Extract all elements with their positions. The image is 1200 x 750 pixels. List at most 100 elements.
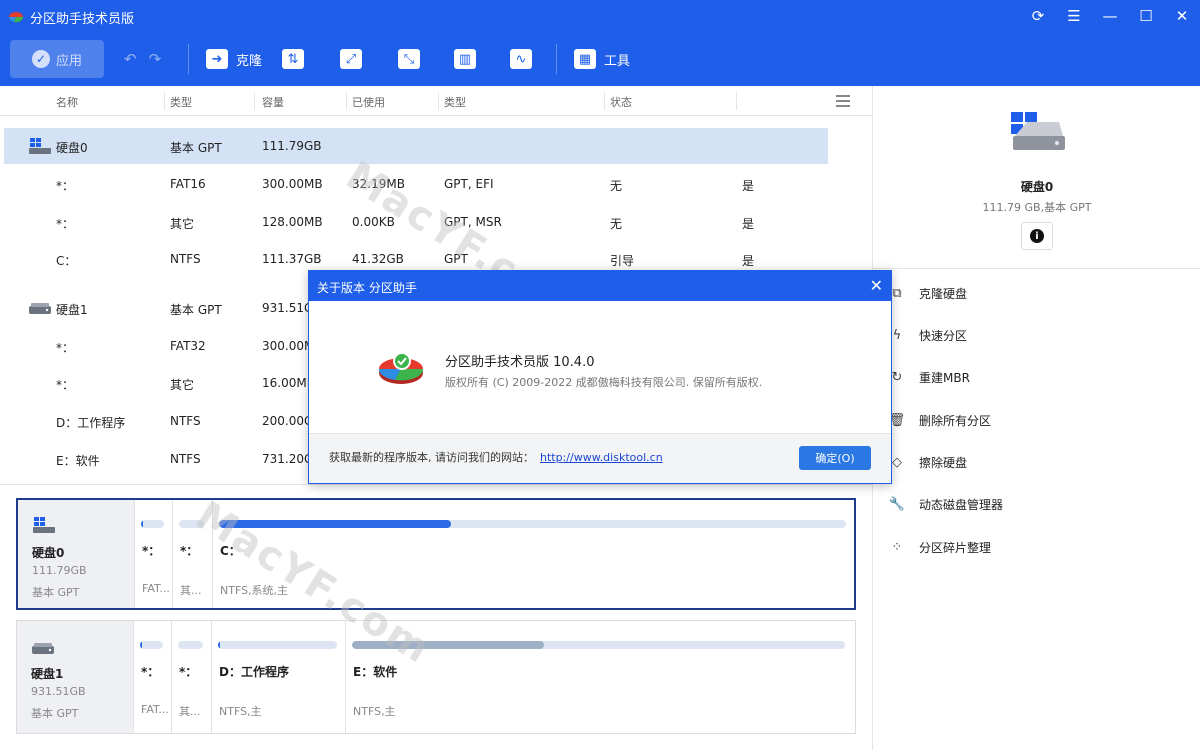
toolbar: ✓ 应用 ↶ ↷ ➜ 克隆 ⇅ ⤢ ⤡ ▥ ∿ ▦ 工具	[0, 38, 1200, 80]
footer-text: 获取最新的程序版本, 请访问我们的网站：	[329, 451, 534, 464]
row-status: 引导	[610, 254, 635, 268]
minimize-icon[interactable]: —	[1092, 0, 1128, 32]
op-rebuild-mbr[interactable]: ↻ 重建MBR	[889, 366, 970, 388]
column-header-status[interactable]: 状态	[610, 94, 632, 110]
row-used: 41.32GB	[352, 252, 404, 266]
row-partition-type: GPT, EFI	[444, 177, 494, 191]
clone-icon: ➜	[206, 49, 228, 69]
move-partition-icon: ⇅	[282, 49, 304, 69]
partition-usage-bar	[141, 520, 164, 528]
partition-block[interactable]: *： FAT...	[133, 621, 171, 733]
disk-card-name: 硬盘0	[32, 546, 65, 560]
partition-label: E：软件	[353, 665, 398, 679]
column-header-type[interactable]: 类型	[170, 94, 192, 110]
op-dynamic-disk-manager[interactable]: 🔧 动态磁盘管理器	[889, 493, 1003, 515]
column-divider	[736, 92, 737, 110]
column-divider	[164, 92, 165, 110]
hard-disk-icon	[29, 303, 51, 314]
row-type: NTFS	[170, 414, 201, 428]
copyright-text: 版权所有 (C) 2009-2022 成都傲梅科技有限公司. 保留所有版权.	[445, 376, 763, 389]
disk-card-size: 111.79GB	[32, 564, 87, 577]
partition-usage-bar	[178, 641, 203, 649]
wipe-button[interactable]: ▥	[454, 46, 476, 72]
maximize-icon[interactable]: ☐	[1128, 0, 1164, 32]
undo-icon[interactable]: ↶	[124, 50, 137, 68]
column-header-partition-type[interactable]: 类型	[444, 94, 466, 110]
row-extra: 是	[742, 254, 755, 268]
disk-card-info: 硬盘0 111.79GB 基本 GPT	[18, 500, 134, 608]
windows-disk-icon	[33, 517, 55, 533]
table-row[interactable]: 硬盘0 基本 GPT 111.79GB	[4, 128, 828, 164]
split-partition-button[interactable]: ⤡	[398, 46, 420, 72]
op-defragment[interactable]: ⁘ 分区碎片整理	[889, 536, 991, 558]
top-bar: 分区助手技术员版 ⟳ ☰ — ☐ ✕ ✓ 应用 ↶ ↷ ➜ 克隆 ⇅ ⤢ ⤡ ▥…	[0, 0, 1200, 86]
product-logo-icon	[378, 352, 424, 384]
row-name: E：软件	[56, 454, 100, 468]
clone-label: 克隆	[236, 53, 263, 69]
disk-card-size: 931.51GB	[31, 685, 86, 698]
menu-icon[interactable]: ☰	[1056, 0, 1092, 32]
op-clone-disk[interactable]: ⧉ 克隆硬盘	[889, 282, 967, 304]
op-quick-partition[interactable]: ϟ 快速分区	[889, 324, 967, 346]
tools-button[interactable]: ▦ 工具	[574, 46, 630, 72]
row-capacity: 111.37GB	[262, 252, 322, 266]
partition-fs: NTFS,主	[353, 705, 396, 718]
row-name: *：	[56, 179, 75, 193]
row-capacity: 128.00MB	[262, 215, 323, 229]
wipe-icon: ▥	[454, 49, 476, 69]
website-link[interactable]: http://www.disktool.cn	[540, 451, 663, 464]
row-type: 基本 GPT	[170, 141, 222, 155]
row-extra: 是	[742, 217, 755, 231]
redo-icon[interactable]: ↷	[149, 50, 162, 68]
column-header-capacity[interactable]: 容量	[262, 94, 284, 110]
partition-label: *：	[180, 544, 199, 558]
windows-disk-icon	[29, 138, 51, 154]
row-name: C：	[56, 254, 77, 268]
check-icon: ✓	[31, 50, 50, 68]
selected-disk-icon	[1011, 112, 1065, 150]
apply-button[interactable]: ✓ 应用	[10, 40, 104, 78]
partition-block[interactable]: *： 其...	[171, 621, 211, 733]
move-partition-button[interactable]: ⇅	[282, 46, 304, 72]
resize-partition-button[interactable]: ⤢	[340, 46, 362, 72]
column-header-name[interactable]: 名称	[56, 94, 78, 110]
op-label: 删除所有分区	[919, 413, 992, 428]
partition-block[interactable]: *： FAT...	[134, 500, 172, 608]
selected-disk-summary: 111.79 GB,基本 GPT	[982, 201, 1092, 214]
partition-fs: NTFS,主	[219, 705, 262, 718]
footer-text-wrap: 获取最新的程序版本, 请访问我们的网站： http://www.disktool.…	[329, 449, 663, 465]
section-divider	[0, 484, 872, 485]
column-header-used[interactable]: 已使用	[352, 94, 385, 110]
op-delete-all-partitions[interactable]: 🗑 删除所有分区	[889, 409, 991, 431]
dialog-title-bar: 关于版本 分区助手 ✕	[309, 271, 891, 301]
partition-block[interactable]: D：工作程序 NTFS,主	[211, 621, 345, 733]
dialog-footer: 获取最新的程序版本, 请访问我们的网站： http://www.disktool.…	[309, 433, 891, 483]
dialog-close-icon[interactable]: ✕	[870, 276, 883, 295]
close-icon[interactable]: ✕	[1164, 0, 1200, 32]
row-type: NTFS	[170, 452, 201, 466]
right-panel: 硬盘0 111.79 GB,基本 GPT i ⧉ 克隆硬盘 ϟ 快速分区 ↻ 重…	[872, 86, 1200, 750]
refresh-icon[interactable]: ⟳	[1020, 0, 1056, 32]
disk-card-name: 硬盘1	[31, 667, 64, 681]
undo-redo-group: ↶ ↷	[124, 50, 161, 68]
row-capacity: 111.79GB	[262, 139, 322, 153]
resize-partition-icon: ⤢	[340, 49, 362, 69]
column-view-icon[interactable]	[836, 95, 850, 107]
split-partition-icon: ⤡	[398, 49, 420, 69]
row-type: FAT16	[170, 177, 206, 191]
disk-test-button[interactable]: ∿	[510, 46, 532, 72]
disk-card-0[interactable]: 硬盘0 111.79GB 基本 GPT *： FAT... *： 其... C：…	[16, 498, 856, 610]
ok-button[interactable]: 确定(O)	[799, 446, 871, 470]
hard-disk-icon	[32, 643, 54, 654]
column-divider	[346, 92, 347, 110]
row-type: 其它	[170, 378, 195, 392]
column-divider	[254, 92, 255, 110]
row-name: *：	[56, 341, 75, 355]
tools-label: 工具	[604, 53, 631, 69]
op-wipe-disk[interactable]: ◇ 擦除硬盘	[889, 451, 967, 473]
partition-label: *：	[142, 544, 161, 558]
row-status: 无	[610, 179, 623, 193]
partition-usage-bar	[219, 520, 846, 528]
disk-info-button[interactable]: i	[1021, 222, 1053, 250]
clone-button[interactable]: ➜ 克隆	[206, 46, 262, 72]
